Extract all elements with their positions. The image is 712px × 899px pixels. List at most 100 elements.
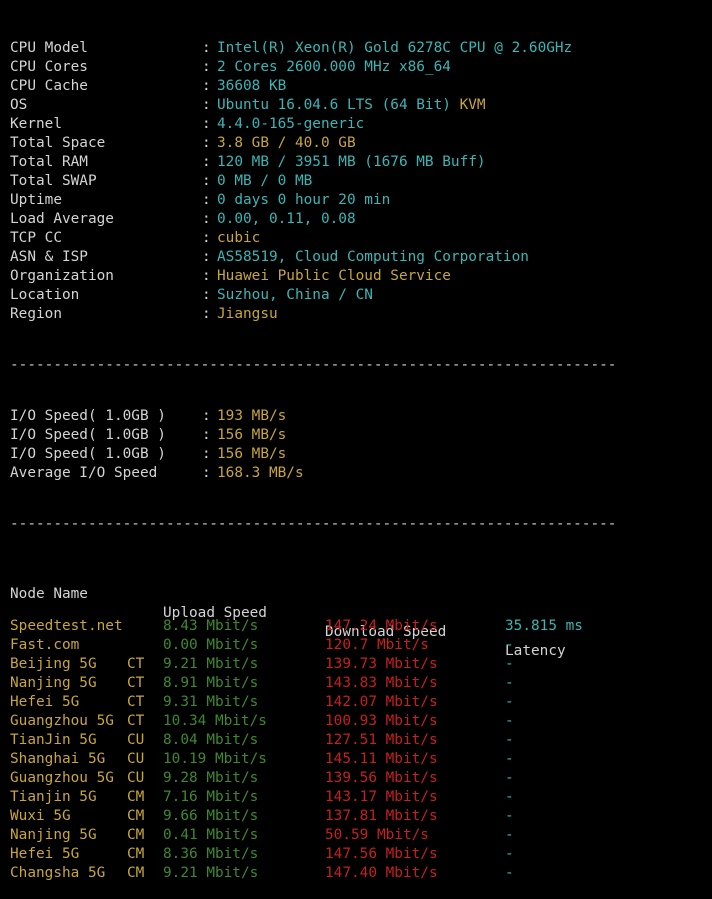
io-speed-row: Average I/O Speed:168.3 MB/s	[10, 464, 712, 483]
sysinfo-value: 0 days 0 hour 20 min	[217, 191, 390, 210]
latency: 35.815 ms	[505, 618, 583, 634]
latency: -	[505, 656, 514, 672]
sysinfo-label: OS	[10, 97, 28, 113]
node-name: Nanjing 5G	[10, 827, 97, 843]
io-speed-section: I/O Speed( 1.0GB ):193 MB/s I/O Speed( 1.…	[10, 407, 712, 483]
node-isp: CM	[127, 789, 145, 805]
sysinfo-value: 36608 KB	[217, 77, 286, 96]
sysinfo-separator: :	[202, 116, 211, 132]
io-speed-row: I/O Speed( 1.0GB ):193 MB/s	[10, 407, 712, 426]
sysinfo-row: CPU Model: Intel(R) Xeon(R) Gold 6278C CP…	[10, 39, 712, 58]
latency: -	[505, 808, 514, 824]
terminal-window[interactable]: CPU Model: Intel(R) Xeon(R) Gold 6278C CP…	[0, 0, 712, 899]
upload-speed: 9.21 Mbit/s	[163, 865, 259, 881]
speedtest-row: Hefei 5G CM 8.36 Mbit/s 147.56 Mbit/s -	[10, 845, 712, 864]
section-divider: ----------------------------------------…	[10, 357, 617, 373]
sysinfo-value-text: AS58519, Cloud Computing Corporation	[217, 249, 529, 265]
sysinfo-label: Region	[10, 306, 62, 322]
node-isp: CM	[127, 808, 145, 824]
download-speed: 139.73 Mbit/s	[325, 656, 438, 672]
node-name: Beijing 5G	[10, 656, 97, 672]
sysinfo-row: Load Average:0.00, 0.11, 0.08	[10, 210, 712, 229]
sysinfo-value: 0 MB / 0 MB	[217, 172, 312, 191]
speedtest-row: TianJin 5G CU 8.04 Mbit/s 127.51 Mbit/s -	[10, 731, 712, 750]
sysinfo-value-text: 4.4.0-165-generic	[217, 116, 365, 132]
upload-speed: 10.19 Mbit/s	[163, 751, 267, 767]
node-isp: CT	[127, 675, 145, 691]
speedtest-row: Tianjin 5G CM 7.16 Mbit/s 143.17 Mbit/s -	[10, 788, 712, 807]
speedtest-table: Speedtest.net 8.43 Mbit/s 147.24 Mbit/s 35.…	[10, 617, 712, 883]
node-isp: CM	[127, 865, 145, 881]
io-speed-row: I/O Speed( 1.0GB ):156 MB/s	[10, 445, 712, 464]
node-name: Speedtest.net	[10, 618, 123, 634]
sysinfo-row: CPU Cores:2 Cores 2600.000 MHz x86_64	[10, 58, 712, 77]
sysinfo-label: Total Space	[10, 135, 106, 151]
upload-speed: 9.21 Mbit/s	[163, 656, 259, 672]
io-label: Average I/O Speed	[10, 465, 158, 481]
sysinfo-label: TCP CC	[10, 230, 62, 246]
sysinfo-value-extra: KVM	[459, 97, 486, 113]
sysinfo-separator: :	[202, 173, 211, 189]
system-info-section: CPU Model: Intel(R) Xeon(R) Gold 6278C CP…	[10, 39, 712, 324]
latency: -	[505, 694, 514, 710]
sysinfo-value-text: 2 Cores 2600.000 MHz x86_64	[217, 59, 451, 75]
sysinfo-row: Organization: Huawei Public Cloud Service	[10, 267, 712, 286]
sysinfo-separator: :	[202, 97, 211, 113]
node-name: Guangzhou 5G	[10, 713, 114, 729]
section-divider: ----------------------------------------…	[10, 516, 617, 532]
io-separator: :	[202, 446, 211, 462]
download-speed: 147.40 Mbit/s	[325, 865, 438, 881]
speedtest-header-row: Node Name Upload Speed Download Speed La…	[10, 566, 712, 659]
io-separator: :	[202, 408, 211, 424]
sysinfo-value: 120 MB / 3951 MB (1676 MB Buff)	[217, 153, 486, 172]
node-name: Fast.com	[10, 637, 80, 653]
latency: -	[505, 846, 514, 862]
sysinfo-value-text: Huawei Public Cloud Service	[217, 268, 451, 284]
sysinfo-value: 3.8 GB / 40.0 GB	[217, 134, 356, 153]
sysinfo-separator: :	[202, 230, 211, 246]
sysinfo-separator: :	[202, 40, 211, 56]
sysinfo-separator: :	[202, 211, 211, 227]
sysinfo-label: Total SWAP	[10, 173, 97, 189]
header-node-name: Node Name	[10, 586, 88, 602]
node-isp: CT	[127, 694, 145, 710]
node-name: Changsha 5G	[10, 865, 106, 881]
io-speed-row: I/O Speed( 1.0GB ):156 MB/s	[10, 426, 712, 445]
sysinfo-separator: :	[202, 268, 211, 284]
sysinfo-label: CPU Cores	[10, 59, 88, 75]
sysinfo-row: Total RAM:120 MB / 3951 MB (1676 MB Buff…	[10, 153, 712, 172]
speedtest-row: Wuxi 5G CM 9.66 Mbit/s 137.81 Mbit/s -	[10, 807, 712, 826]
io-value: 156 MB/s	[217, 427, 287, 443]
sysinfo-value: AS58519, Cloud Computing Corporation	[217, 248, 529, 267]
sysinfo-label: Load Average	[10, 211, 114, 227]
speedtest-row: Nanjing 5G CM 0.41 Mbit/s 50.59 Mbit/s -	[10, 826, 712, 845]
sysinfo-separator: :	[202, 135, 211, 151]
sysinfo-separator: :	[202, 287, 211, 303]
node-name: Wuxi 5G	[10, 808, 71, 824]
sysinfo-value-text: 0 days 0 hour 20 min	[217, 192, 391, 208]
io-value: 156 MB/s	[217, 446, 287, 462]
sysinfo-label: Total RAM	[10, 154, 88, 170]
sysinfo-value: Intel(R) Xeon(R) Gold 6278C CPU @ 2.60GH…	[217, 39, 572, 58]
sysinfo-row: Location: Suzhou, China / CN	[10, 286, 712, 305]
sysinfo-value: Jiangsu	[217, 305, 278, 324]
node-name: Tianjin 5G	[10, 789, 97, 805]
sysinfo-row: Uptime:0 days 0 hour 20 min	[10, 191, 712, 210]
sysinfo-value-text: 0 MB / 0 MB	[217, 173, 313, 189]
speedtest-row: Hefei 5G CT 9.31 Mbit/s 142.07 Mbit/s -	[10, 693, 712, 712]
node-isp: CU	[127, 770, 145, 786]
speedtest-row: Nanjing 5G CT 8.91 Mbit/s 143.83 Mbit/s -	[10, 674, 712, 693]
sysinfo-value: cubic	[217, 229, 260, 248]
io-separator: :	[202, 427, 211, 443]
sysinfo-separator: :	[202, 59, 211, 75]
latency: -	[505, 732, 514, 748]
io-label: I/O Speed( 1.0GB )	[10, 446, 166, 462]
download-speed: 120.7 Mbit/s	[325, 637, 429, 653]
download-speed: 145.11 Mbit/s	[325, 751, 438, 767]
download-speed: 139.56 Mbit/s	[325, 770, 438, 786]
io-value: 193 MB/s	[217, 408, 287, 424]
sysinfo-row: Region: Jiangsu	[10, 305, 712, 324]
sysinfo-row: TCP CC: cubic	[10, 229, 712, 248]
download-speed: 50.59 Mbit/s	[325, 827, 429, 843]
sysinfo-row: ASN & ISP: AS58519, Cloud Computing Corpo…	[10, 248, 712, 267]
